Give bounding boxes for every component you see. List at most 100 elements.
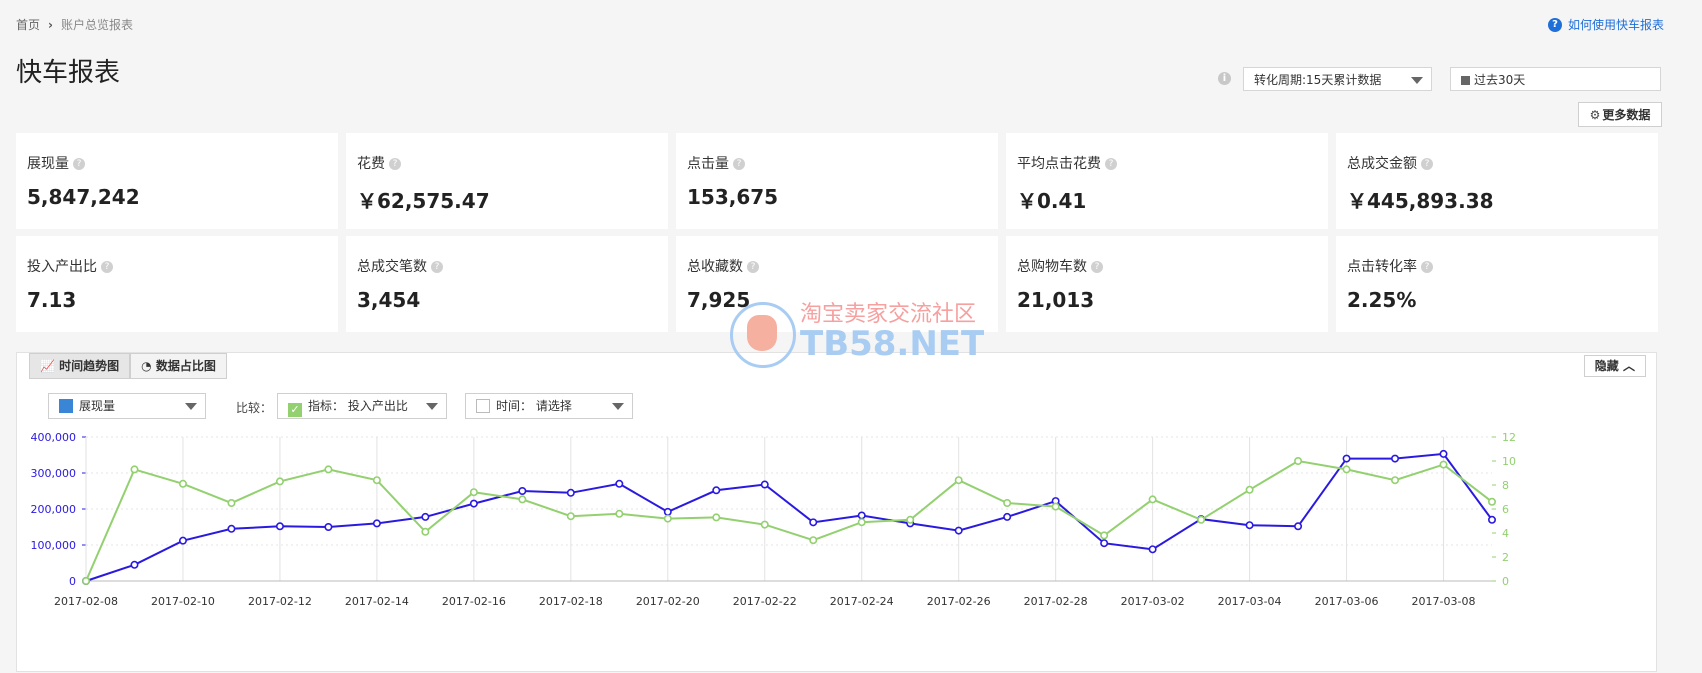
compare-metric-select[interactable]: ✓ 指标： 投入产出比: [277, 393, 447, 419]
compare-metric-value: 指标： 投入产出比: [308, 399, 408, 413]
y-right-tick-label: 10: [1502, 455, 1516, 468]
y-right-tick-label: 6: [1502, 503, 1509, 516]
data-point: [760, 480, 769, 489]
help-link[interactable]: ? 如何使用快车报表: [1547, 16, 1664, 33]
data-point: [227, 524, 236, 533]
pie-chart-icon: ◔: [141, 359, 152, 373]
data-point: [372, 519, 381, 528]
card-label: 花费: [357, 156, 385, 172]
help-icon[interactable]: ?: [431, 261, 443, 273]
data-point: [1245, 485, 1254, 494]
x-tick-label: 2017-02-10: [151, 595, 215, 608]
card-roi: 投入产出比? 7.13: [16, 236, 338, 332]
data-point: [954, 476, 963, 485]
data-point: [372, 476, 381, 485]
data-point: [857, 518, 866, 527]
date-range-select[interactable]: 过去30天: [1450, 67, 1661, 91]
card-label: 总收藏数: [687, 259, 743, 275]
card-value: 7.13: [27, 288, 77, 312]
card-label: 总购物车数: [1017, 259, 1087, 275]
info-icon[interactable]: i: [1218, 72, 1231, 85]
data-point: [954, 526, 963, 535]
card-value: ￥62,575.47: [357, 189, 490, 213]
data-point: [1245, 521, 1254, 530]
data-point: [130, 560, 139, 569]
card-avg-cpc: 平均点击花费? ￥0.41: [1006, 133, 1328, 229]
page-title: 快车报表: [16, 58, 121, 88]
data-point: [227, 499, 236, 508]
help-icon[interactable]: ?: [1421, 261, 1433, 273]
trend-chart: 0 100,000 200,000 300,000 400,000 0 2 4 6 8 10 12 20…: [31, 433, 1517, 608]
card-favorites: 总收藏数? 7,925: [676, 236, 998, 332]
help-icon[interactable]: ?: [1091, 261, 1103, 273]
data-point: [1148, 545, 1157, 554]
conversion-period-value: 转化周期:15天累计数据: [1254, 73, 1382, 87]
help-icon[interactable]: ?: [73, 158, 85, 170]
data-point: [1148, 495, 1157, 504]
checkbox-checked-icon[interactable]: ✓: [288, 403, 302, 417]
y-left-tick-label: 100,000: [31, 539, 77, 552]
data-point: [615, 479, 624, 488]
tab-share-label: 数据占比图: [155, 359, 216, 373]
data-point: [615, 509, 624, 518]
help-icon[interactable]: ?: [1105, 158, 1117, 170]
x-tick-label: 2017-02-20: [636, 595, 700, 608]
tab-share[interactable]: ◔ 数据占比图: [130, 353, 227, 379]
primary-metric-select[interactable]: 展现量: [48, 393, 206, 419]
card-label: 展现量: [27, 156, 69, 172]
card-value: 5,847,242: [27, 185, 140, 209]
data-point: [421, 527, 430, 536]
card-cart: 总购物车数? 21,013: [1006, 236, 1328, 332]
help-icon[interactable]: ?: [101, 261, 113, 273]
data-point: [1342, 454, 1351, 463]
data-point: [663, 514, 672, 523]
data-point: [566, 488, 575, 497]
x-tick-label: 2017-03-06: [1315, 595, 1379, 608]
help-icon[interactable]: ?: [733, 158, 745, 170]
help-icon[interactable]: ?: [1421, 158, 1433, 170]
data-point: [324, 523, 333, 532]
series-line: [85, 459, 1493, 582]
card-value: 2.25%: [1347, 288, 1417, 312]
data-point: [1051, 502, 1060, 511]
x-tick-label: 2017-02-08: [54, 595, 118, 608]
more-data-button[interactable]: ⚙ 更多数据: [1578, 102, 1662, 127]
card-gmv: 总成交金额? ￥445,893.38: [1336, 133, 1658, 229]
card-label: 总成交笔数: [357, 259, 427, 275]
data-point: [1100, 539, 1109, 548]
help-icon[interactable]: ?: [747, 261, 759, 273]
data-point: [1488, 497, 1497, 506]
data-point: [1342, 465, 1351, 474]
y-left-tick-label: 200,000: [31, 503, 77, 516]
data-point: [809, 518, 818, 527]
data-point: [712, 513, 721, 522]
tab-trend[interactable]: 📈 时间趋势图: [29, 353, 131, 379]
help-icon[interactable]: ?: [389, 158, 401, 170]
hide-chart-button[interactable]: 隐藏 ︿: [1583, 355, 1646, 377]
y-left-tick-label: 400,000: [31, 433, 77, 444]
breadcrumb-home-link[interactable]: 首页: [16, 18, 40, 32]
x-tick-label: 2017-02-12: [248, 595, 312, 608]
data-point: [275, 477, 284, 486]
card-label: 投入产出比: [27, 259, 97, 275]
data-point: [82, 577, 91, 586]
x-tick-label: 2017-02-18: [539, 595, 603, 608]
checkbox-icon[interactable]: [476, 399, 490, 413]
data-point: [1439, 460, 1448, 469]
time-compare-select[interactable]: 时间： 请选择: [465, 393, 633, 419]
data-point: [178, 479, 187, 488]
x-tick-label: 2017-03-08: [1412, 595, 1476, 608]
data-point: [857, 511, 866, 520]
data-point: [178, 536, 187, 545]
data-point: [1100, 531, 1109, 540]
card-value: ￥445,893.38: [1347, 189, 1494, 213]
help-link-label: 如何使用快车报表: [1567, 18, 1664, 32]
y-right-tick-label: 8: [1502, 479, 1509, 492]
chart-panel: 📈 时间趋势图 ◔ 数据占比图 隐藏 ︿ 展现量 比较： ✓ 指标： 投入产出比 …: [16, 352, 1657, 672]
data-point: [469, 499, 478, 508]
card-value: 21,013: [1017, 288, 1095, 312]
card-label: 平均点击花费: [1017, 156, 1101, 172]
data-point: [1294, 456, 1303, 465]
data-point: [1488, 515, 1497, 524]
conversion-period-select[interactable]: 转化周期:15天累计数据: [1243, 67, 1432, 91]
